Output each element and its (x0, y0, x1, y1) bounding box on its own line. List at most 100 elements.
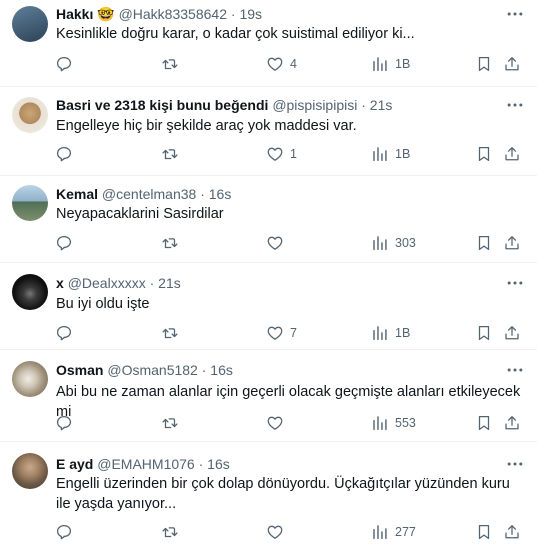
reply-button[interactable] (55, 144, 73, 164)
retweet-button[interactable] (161, 323, 179, 343)
retweet-icon (161, 234, 179, 252)
retweet-button[interactable] (161, 233, 179, 253)
retweet-button[interactable] (161, 54, 179, 74)
user-handle[interactable]: @Hakk83358642 (119, 6, 227, 22)
reply-icon (55, 55, 73, 73)
separator-dot: · (230, 6, 236, 22)
more-icon[interactable] (505, 273, 525, 293)
like-count: 7 (290, 326, 297, 340)
more-icon[interactable] (505, 454, 525, 474)
retweet-button[interactable] (161, 522, 179, 542)
views-button[interactable]: 1B (371, 144, 410, 164)
more-icon[interactable] (505, 360, 525, 380)
view-count: 1B (395, 326, 411, 340)
reply-button[interactable] (55, 54, 73, 74)
view-count: 1B (395, 57, 411, 71)
share-button[interactable] (503, 413, 521, 433)
tweet[interactable]: Hakkı 🤓 @Hakk83358642 · 19s Kesinlikle d… (0, 0, 537, 87)
bookmark-icon (475, 234, 493, 252)
share-icon (503, 234, 521, 252)
bookmark-button[interactable] (475, 144, 493, 164)
heart-icon (266, 414, 284, 432)
timestamp[interactable]: 21s (370, 97, 393, 113)
retweet-button[interactable] (161, 413, 179, 433)
avatar[interactable] (12, 6, 48, 42)
tweet-actions: 553 (55, 413, 525, 433)
timestamp[interactable]: 19s (239, 6, 262, 22)
share-icon (503, 55, 521, 73)
bookmark-icon (475, 324, 493, 342)
user-handle[interactable]: @EMAHM1076 (97, 456, 194, 472)
tweet-header: x @Dealxxxxx · 21s (56, 274, 496, 292)
bookmark-icon (475, 145, 493, 163)
tweet-text: Neyapacaklarini Sasirdilar (56, 206, 224, 222)
share-button[interactable] (503, 233, 521, 253)
display-name[interactable]: Hakkı 🤓 (56, 6, 115, 22)
user-handle[interactable]: @pispisipipisi (272, 97, 357, 113)
timestamp[interactable]: 16s (207, 456, 230, 472)
tweet-actions: 277 (55, 522, 525, 542)
user-handle[interactable]: @centelman38 (102, 186, 196, 202)
reply-button[interactable] (55, 323, 73, 343)
avatar[interactable] (12, 274, 48, 310)
avatar[interactable] (12, 453, 48, 489)
like-button[interactable]: 1 (266, 144, 297, 164)
views-button[interactable]: 1B (371, 323, 410, 343)
retweet-icon (161, 55, 179, 73)
bookmark-button[interactable] (475, 413, 493, 433)
heart-icon (266, 234, 284, 252)
tweet-header: Osman @Osman5182 · 16s (56, 361, 496, 379)
share-button[interactable] (503, 144, 521, 164)
share-button[interactable] (503, 54, 521, 74)
user-handle[interactable]: @Dealxxxxx (68, 275, 146, 291)
tweet[interactable]: Kemal @centelman38 · 16s Neyapacaklarini… (0, 176, 537, 263)
tweet[interactable]: E ayd @EMAHM1076 · 16s Engelli üzerinden… (0, 442, 537, 556)
tweet[interactable]: x @Dealxxxxx · 21s Bu iyi oldu işte 7 1B (0, 263, 537, 350)
bookmark-button[interactable] (475, 54, 493, 74)
timestamp[interactable]: 16s (210, 362, 233, 378)
tweet-text: Engelli üzerinden bir çok dolap dönüyord… (56, 476, 510, 512)
avatar[interactable] (12, 185, 48, 221)
share-icon (503, 523, 521, 541)
views-button[interactable]: 1B (371, 54, 410, 74)
avatar[interactable] (12, 361, 48, 397)
like-button[interactable] (266, 233, 290, 253)
bookmark-button[interactable] (475, 522, 493, 542)
bookmark-button[interactable] (475, 233, 493, 253)
display-name[interactable]: Kemal (56, 186, 98, 202)
tweet-text: Bu iyi oldu işte (56, 296, 150, 312)
display-name[interactable]: Basri ve 2318 kişi bunu beğendi (56, 97, 268, 113)
views-button[interactable]: 553 (371, 413, 416, 433)
more-icon[interactable] (505, 4, 525, 24)
display-name[interactable]: E ayd (56, 456, 93, 472)
like-button[interactable]: 7 (266, 323, 297, 343)
more-icon[interactable] (505, 95, 525, 115)
tweet[interactable]: Basri ve 2318 kişi bunu beğendi @pispisi… (0, 87, 537, 176)
retweet-button[interactable] (161, 144, 179, 164)
timestamp[interactable]: 21s (158, 275, 181, 291)
tweet-header: E ayd @EMAHM1076 · 16s (56, 455, 496, 473)
reply-button[interactable] (55, 413, 73, 433)
like-button[interactable]: 4 (266, 54, 297, 74)
share-button[interactable] (503, 522, 521, 542)
reply-icon (55, 145, 73, 163)
views-button[interactable]: 277 (371, 522, 416, 542)
like-button[interactable] (266, 413, 290, 433)
timestamp[interactable]: 16s (209, 186, 232, 202)
display-name[interactable]: x (56, 275, 64, 291)
display-name[interactable]: Osman (56, 362, 103, 378)
bookmark-button[interactable] (475, 323, 493, 343)
heart-icon (266, 523, 284, 541)
views-button[interactable]: 303 (371, 233, 416, 253)
reply-button[interactable] (55, 233, 73, 253)
like-button[interactable] (266, 522, 290, 542)
heart-icon (266, 55, 284, 73)
user-handle[interactable]: @Osman5182 (107, 362, 197, 378)
avatar[interactable] (12, 97, 48, 133)
like-count: 1 (290, 147, 297, 161)
retweet-icon (161, 145, 179, 163)
reply-button[interactable] (55, 522, 73, 542)
bookmark-icon (475, 414, 493, 432)
share-button[interactable] (503, 323, 521, 343)
tweet[interactable]: Osman @Osman5182 · 16s Abi bu ne zaman a… (0, 350, 537, 442)
